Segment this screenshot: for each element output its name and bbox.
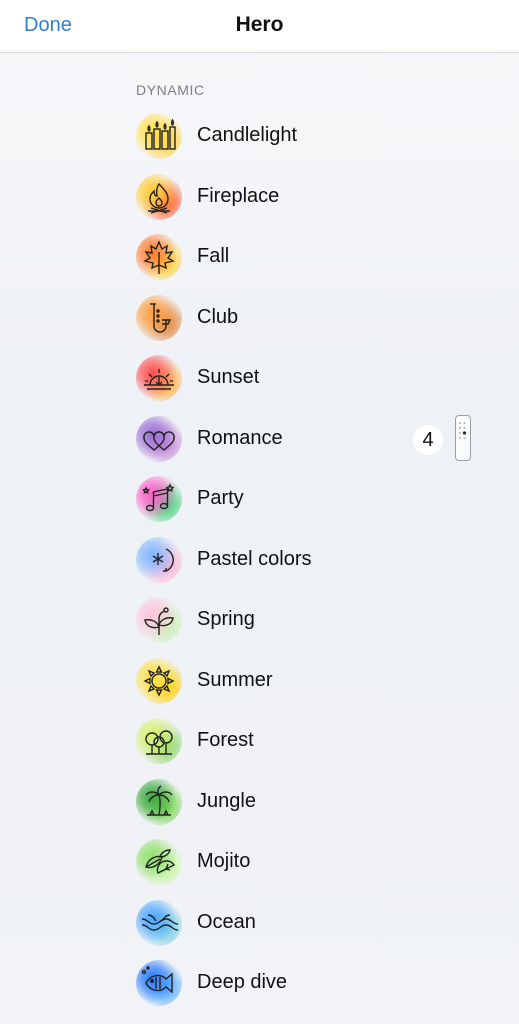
sun-icon	[136, 657, 182, 704]
scene-label: Sunset	[197, 366, 260, 388]
mint-lime-icon	[136, 839, 182, 885]
scene-label: Party	[197, 487, 244, 509]
scene-row-pastel-colors[interactable]: Pastel colors	[0, 530, 519, 590]
scene-label: Deep dive	[197, 971, 288, 993]
scene-row-club[interactable]: Club	[0, 288, 519, 348]
candles-icon	[136, 113, 182, 159]
device-count-badge: 4	[413, 424, 443, 455]
trees-icon	[136, 718, 182, 764]
scene-label: Fall	[197, 245, 230, 267]
maple-leaf-icon	[136, 234, 182, 280]
scene-row-deep-dive[interactable]: Deep dive	[0, 953, 519, 1013]
palm-tree-icon	[136, 778, 182, 825]
scene-label: Romance	[197, 426, 283, 449]
sprout-icon	[136, 597, 182, 643]
scene-label: Mojito	[197, 850, 251, 872]
section-header: DYNAMIC	[136, 82, 205, 98]
scene-row-spring[interactable]: Spring	[0, 590, 519, 650]
saxophone-icon	[136, 294, 182, 341]
hearts-icon	[136, 415, 182, 462]
scene-label: Fireplace	[197, 184, 280, 207]
scene-label: Summer	[197, 668, 273, 691]
sunset-icon	[136, 355, 182, 401]
scene-row-jungle[interactable]: Jungle	[0, 772, 519, 832]
page-title: Hero	[235, 13, 284, 36]
waves-icon	[136, 899, 182, 946]
scene-row-party[interactable]: Party	[0, 469, 519, 529]
scene-label: Club	[197, 305, 239, 328]
scene-label: Ocean	[197, 910, 256, 933]
scene-row-summer[interactable]: Summer	[0, 651, 519, 711]
scene-label: Candlelight	[197, 124, 298, 146]
scene-label: Forest	[197, 729, 254, 751]
scene-row-ocean[interactable]: Ocean	[0, 893, 519, 953]
scene-row-sunset[interactable]: Sunset	[0, 348, 519, 408]
scene-row-mojito[interactable]: Mojito	[0, 832, 519, 892]
scene-label: Pastel colors	[197, 547, 312, 570]
scene-label: Jungle	[197, 789, 256, 812]
remote-icon[interactable]	[455, 414, 471, 461]
scene-row-forest[interactable]: Forest	[0, 711, 519, 771]
scene-row-candlelight[interactable]: Candlelight	[0, 106, 519, 166]
scene-label: Spring	[197, 608, 255, 630]
music-notes-icon	[136, 476, 182, 522]
scene-row-fireplace[interactable]: Fireplace	[0, 167, 519, 227]
fire-icon	[136, 173, 182, 220]
pastel-sparkle-icon	[136, 536, 182, 583]
scene-row-fall[interactable]: Fall	[0, 227, 519, 287]
navigation-bar: Done Hero	[0, 0, 519, 53]
scene-row-romance[interactable]: Romance 4	[0, 409, 519, 469]
fish-icon	[136, 960, 182, 1006]
